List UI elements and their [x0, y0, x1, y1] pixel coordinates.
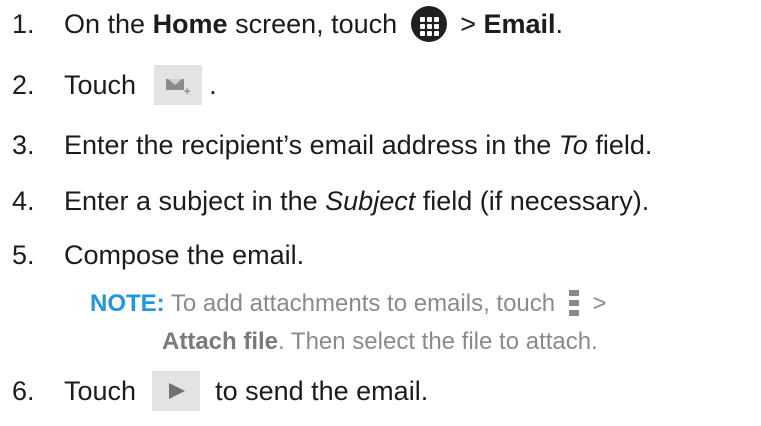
- step-text: On the: [64, 9, 153, 39]
- step-text: field.: [587, 130, 653, 160]
- apps-launcher-icon: [410, 5, 447, 42]
- compose-email-icon: +: [153, 65, 202, 105]
- step-text: Touch: [64, 376, 144, 407]
- subject-field-label: Subject: [325, 186, 416, 216]
- step-2: 2. Touch + .: [12, 65, 217, 107]
- home-label: Home: [152, 9, 228, 39]
- note-label: NOTE:: [90, 290, 165, 317]
- step-text: Enter a subject in the: [64, 186, 326, 216]
- note-line-1: NOTE: To add attachments to emails, touc…: [90, 285, 606, 323]
- note-text: To add attachments to emails, touch: [164, 290, 562, 317]
- step-text: Compose the email.: [64, 240, 305, 270]
- step-number: 4.: [12, 186, 35, 216]
- step-text: field (if necessary).: [415, 186, 650, 216]
- attach-file-label: Attach file: [162, 328, 279, 355]
- step-number: 3.: [12, 130, 35, 160]
- note-line-2: Attach file. Then select the file to att…: [90, 323, 606, 361]
- step-number: 1.: [12, 9, 35, 39]
- step-text: to send the email.: [207, 376, 429, 407]
- step-3: 3. Enter the recipient’s email address in…: [12, 127, 652, 163]
- email-label: Email: [483, 9, 556, 39]
- note-box: NOTE: To add attachments to emails, touc…: [90, 285, 606, 361]
- step-text: screen, touch: [227, 9, 405, 39]
- to-field-label: To: [558, 130, 588, 160]
- step-4: 4. Enter a subject in the Subject field (…: [12, 183, 649, 219]
- step-5: 5. Compose the email.: [12, 237, 304, 273]
- instruction-page: 1. On the Home screen, touch > Email. 2. T…: [0, 0, 761, 426]
- overflow-menu-icon: [568, 289, 580, 317]
- step-text: .: [201, 70, 217, 101]
- step-number: 6.: [12, 376, 35, 407]
- step-6: 6. Touch to send the email.: [12, 371, 429, 413]
- step-1: 1. On the Home screen, touch > Email.: [12, 5, 564, 44]
- step-number: 5.: [12, 240, 35, 270]
- step-text: >: [452, 9, 484, 39]
- step-text: .: [555, 9, 564, 39]
- send-icon: [151, 371, 200, 411]
- step-text: Enter the recipient’s email address in t…: [64, 130, 559, 160]
- note-text: >: [585, 290, 607, 317]
- step-text: Touch: [64, 70, 144, 101]
- note-text: . Then select the file to attach.: [278, 328, 598, 355]
- step-number: 2.: [12, 70, 35, 101]
